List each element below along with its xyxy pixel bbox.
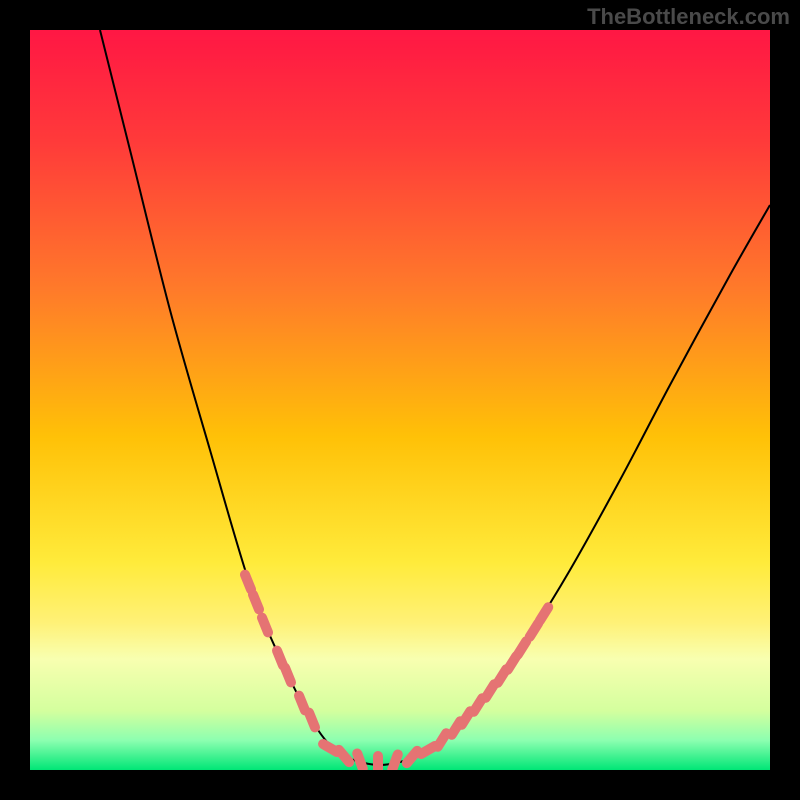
- curve-marker: [373, 751, 383, 770]
- watermark-text: TheBottleneck.com: [587, 4, 790, 30]
- gradient-background: [30, 30, 770, 770]
- chart-plot-area: [30, 30, 770, 770]
- chart-svg: [30, 30, 770, 770]
